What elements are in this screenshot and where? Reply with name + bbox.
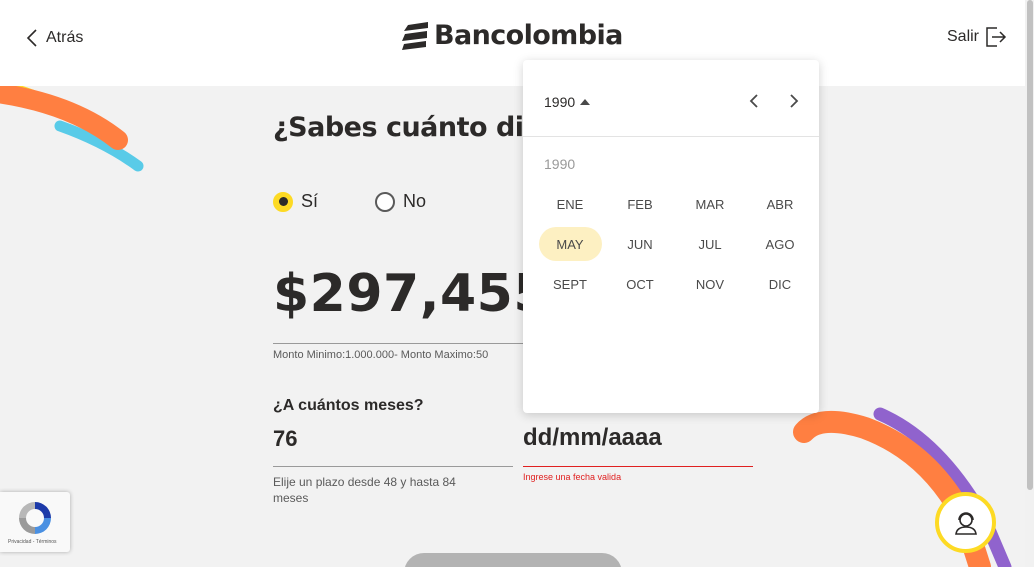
- year-select-button[interactable]: 1990: [544, 94, 591, 110]
- term-hint: Elije un plazo desde 48 y hasta 84 meses: [273, 475, 456, 505]
- month-cell[interactable]: SEPT: [535, 264, 605, 304]
- chevron-right-icon[interactable]: [785, 90, 803, 112]
- month-cell[interactable]: OCT: [605, 264, 675, 304]
- radio-option-si[interactable]: Sí: [273, 191, 318, 212]
- picker-year-label: 1990: [544, 156, 576, 172]
- page-scrollbar-thumb[interactable]: [1027, 0, 1033, 490]
- term-input[interactable]: 76: [273, 426, 297, 452]
- amount-underline: [273, 343, 523, 344]
- decorative-swoosh-right: [793, 407, 1012, 567]
- month-cell[interactable]: NOV: [675, 264, 745, 304]
- term-label: ¿A cuántos meses?: [273, 397, 424, 414]
- bancolombia-logo: Bancolombia: [402, 20, 623, 51]
- question-title: ¿Sabes cuánto din: [273, 112, 543, 143]
- birthdate-error: Ingrese una fecha valida: [523, 472, 622, 482]
- logout-icon: [986, 27, 1007, 47]
- month-cell-selected[interactable]: MAY: [535, 224, 605, 264]
- advisor-headset-icon: [954, 511, 977, 535]
- exit-button[interactable]: Salir: [947, 27, 1007, 47]
- exit-label: Salir: [947, 28, 980, 45]
- brand-name: Bancolombia: [434, 20, 623, 51]
- month-cell[interactable]: AGO: [745, 224, 815, 264]
- top-header: Atrás Bancolombia Salir: [0, 0, 1025, 86]
- chevron-left-icon: [26, 29, 37, 47]
- radio-label-no: No: [403, 191, 427, 211]
- month-cell[interactable]: MAR: [675, 184, 745, 224]
- picker-header: 1990: [523, 60, 819, 137]
- radio-label-si: Sí: [301, 191, 319, 211]
- continue-button[interactable]: [404, 553, 622, 567]
- amount-hint: Monto Minimo:1.000.000- Monto Maximo:50: [273, 349, 489, 361]
- month-cell[interactable]: DIC: [745, 264, 815, 304]
- radio-option-no[interactable]: No: [375, 191, 426, 212]
- bancolombia-logo-icon: [402, 21, 428, 50]
- month-grid: ENE FEB MAR ABR MAY JUN JUL AGO SEPT OCT…: [535, 184, 815, 304]
- month-cell[interactable]: ENE: [535, 184, 605, 224]
- decorative-swoosh-left: [0, 80, 144, 172]
- back-button[interactable]: Atrás: [26, 28, 83, 48]
- month-cell[interactable]: JUN: [605, 224, 675, 264]
- term-underline: [273, 466, 513, 467]
- month-picker-popup: 1990 1990 ENE FEB MAR ABR MAY JUN JUL AG…: [523, 60, 819, 413]
- birthdate-input[interactable]: dd/mm/aaaa: [523, 424, 662, 452]
- back-label: Atrás: [46, 29, 84, 46]
- chevron-left-icon[interactable]: [745, 90, 763, 112]
- radio-checked-icon: [273, 191, 293, 212]
- recaptcha-footer[interactable]: Privacidad - Términos: [8, 539, 57, 545]
- help-chat-button[interactable]: [935, 492, 996, 553]
- caret-up-icon: [580, 99, 591, 105]
- month-cell[interactable]: FEB: [605, 184, 675, 224]
- birthdate-underline: [523, 466, 753, 467]
- month-cell[interactable]: JUL: [675, 224, 745, 264]
- month-cell[interactable]: ABR: [745, 184, 815, 224]
- recaptcha-badge[interactable]: Privacidad - Términos: [0, 492, 70, 552]
- recaptcha-icon: [19, 502, 51, 534]
- radio-unchecked-icon: [375, 191, 395, 212]
- year-select-label: 1990: [544, 94, 576, 110]
